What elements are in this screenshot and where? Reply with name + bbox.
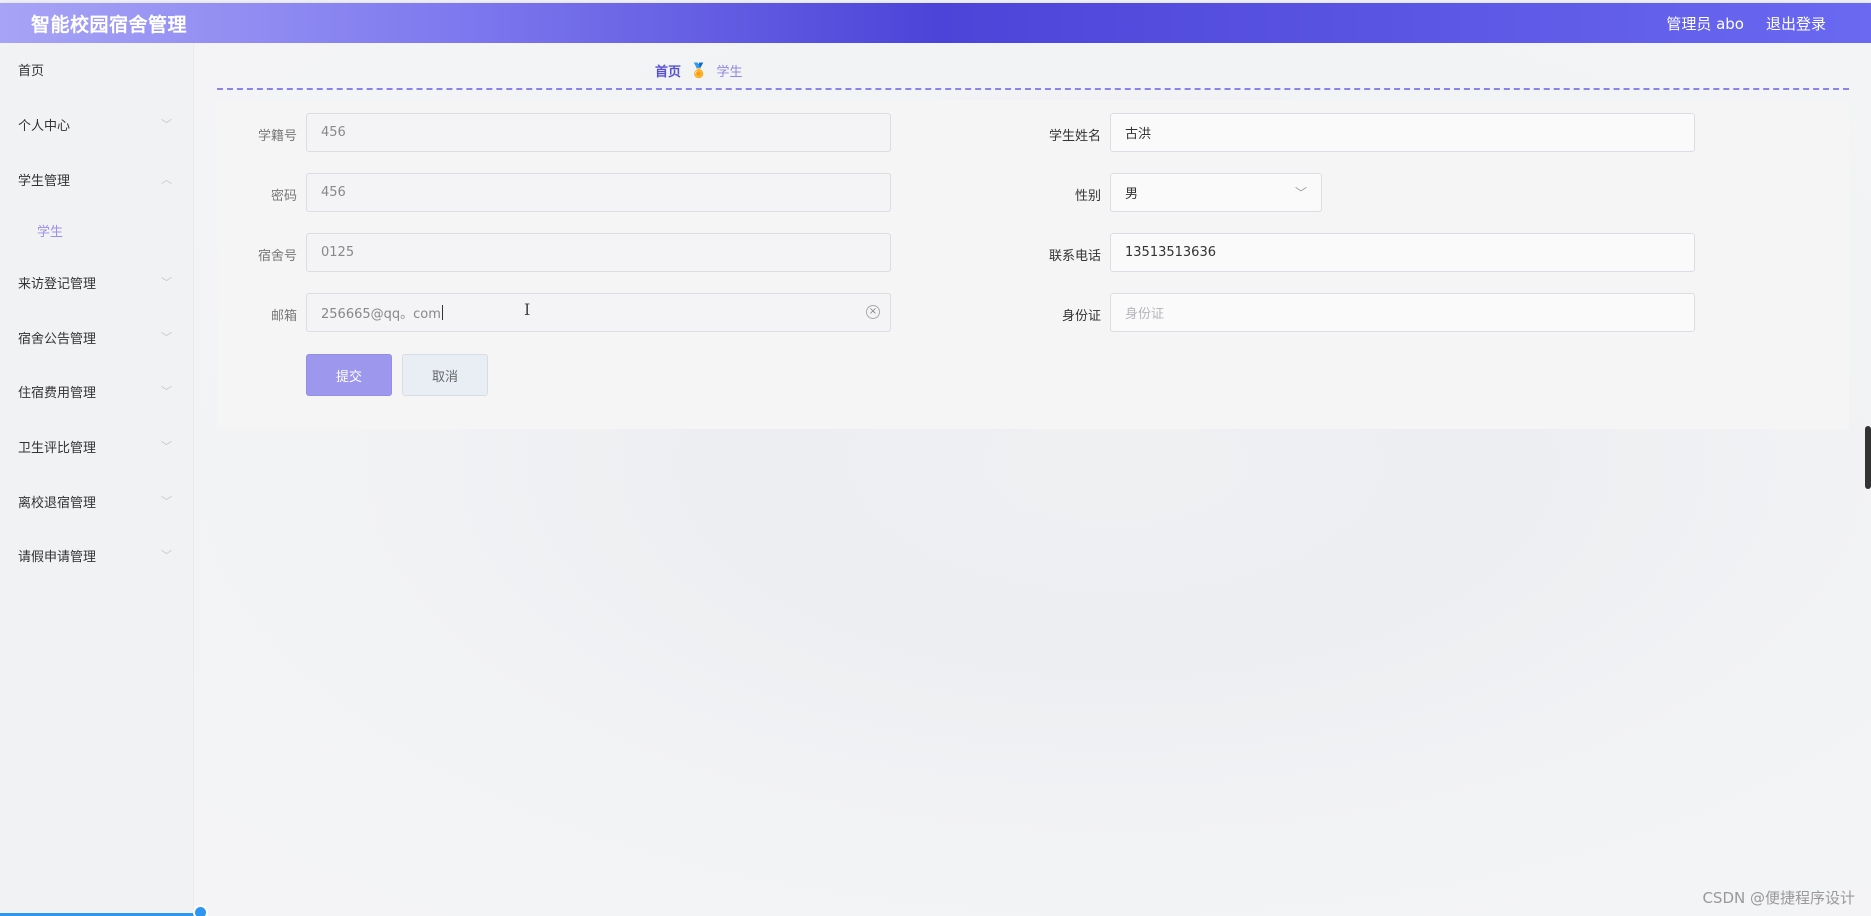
chevron-down-icon: ﹀ xyxy=(161,385,172,398)
student-name-value: 古洪 xyxy=(1125,127,1152,142)
email-input[interactable]: 256665@qq。com × xyxy=(306,293,891,332)
chevron-up-icon: ︿ xyxy=(161,173,172,186)
chevron-down-icon: ﹀ xyxy=(161,276,172,289)
sidebar-item-label: 请假申请管理 xyxy=(18,549,97,565)
sidebar-item-label: 住宿费用管理 xyxy=(18,385,97,401)
submit-button[interactable]: 提交 xyxy=(306,354,392,396)
app-title: 智能校园宿舍管理 xyxy=(31,13,188,36)
sidebar: 首页 个人中心 ﹀ 学生管理 ︿ 学生 来访登记管理 ﹀ 宿舍公告管理 ﹀ 住宿… xyxy=(0,43,194,916)
progress-handle[interactable] xyxy=(193,905,208,916)
divider xyxy=(217,88,1849,90)
password-value: 456 xyxy=(321,185,346,200)
sidebar-item-notice-management[interactable]: 宿舍公告管理 ﹀ xyxy=(18,322,178,352)
watermark: CSDN @便捷程序设计 xyxy=(1702,889,1855,907)
sidebar-subitem-student[interactable]: 学生 xyxy=(37,215,63,245)
cancel-button[interactable]: 取消 xyxy=(402,354,488,396)
chevron-down-icon: ﹀ xyxy=(161,331,172,344)
scrollbar-thumb[interactable] xyxy=(1865,426,1871,489)
id-card-placeholder: 身份证 xyxy=(1125,307,1165,322)
gender-select[interactable]: 男 ﹀ xyxy=(1110,173,1322,212)
header-user-area: 管理员 abo 退出登录 xyxy=(1666,13,1826,34)
mouse-ibeam-cursor: I xyxy=(524,300,531,319)
logout-button[interactable]: 退出登录 xyxy=(1766,13,1826,34)
email-label: 邮箱 xyxy=(270,309,297,324)
chevron-down-icon: ﹀ xyxy=(161,440,172,453)
sidebar-item-label: 宿舍公告管理 xyxy=(18,331,97,347)
student-id-label: 学籍号 xyxy=(257,129,297,144)
breadcrumb-current: 学生 xyxy=(716,65,743,80)
student-id-value: 456 xyxy=(321,125,346,140)
top-header: 智能校园宿舍管理 管理员 abo 退出登录 xyxy=(0,3,1871,43)
sidebar-item-fee-management[interactable]: 住宿费用管理 ﹀ xyxy=(18,376,178,406)
password-input[interactable]: 456 xyxy=(306,173,891,212)
sidebar-item-visitor-management[interactable]: 来访登记管理 ﹀ xyxy=(18,267,178,297)
student-name-input[interactable]: 古洪 xyxy=(1110,113,1695,152)
student-name-label: 学生姓名 xyxy=(1048,129,1101,144)
email-value: 256665@qq。com xyxy=(321,307,441,322)
id-card-label: 身份证 xyxy=(1061,309,1101,324)
breadcrumb-home[interactable]: 首页 xyxy=(655,61,681,80)
medal-icon: 🏅 xyxy=(690,62,708,79)
gender-label: 性别 xyxy=(1074,189,1101,204)
chevron-down-icon: ﹀ xyxy=(161,549,172,562)
main-content: 首页 🏅 学生 学籍号 456 学生姓名 古洪 密码 456 性别 男 ﹀ 宿舍… xyxy=(194,43,1871,916)
sidebar-item-hygiene-management[interactable]: 卫生评比管理 ﹀ xyxy=(18,431,178,461)
sidebar-item-profile[interactable]: 个人中心 ﹀ xyxy=(18,109,178,139)
chevron-down-icon: ﹀ xyxy=(161,495,172,508)
chevron-down-icon: ﹀ xyxy=(1294,186,1307,200)
student-form: 学籍号 456 学生姓名 古洪 密码 456 性别 男 ﹀ 宿舍号 0125 联… xyxy=(217,100,1849,429)
sidebar-item-label: 来访登记管理 xyxy=(18,276,97,292)
password-label: 密码 xyxy=(270,189,297,204)
id-card-input[interactable]: 身份证 xyxy=(1110,293,1695,332)
clear-icon[interactable]: × xyxy=(866,305,880,319)
text-caret xyxy=(441,305,443,320)
dorm-no-value: 0125 xyxy=(321,245,355,260)
user-label: 管理员 abo xyxy=(1666,14,1744,33)
sidebar-item-home[interactable]: 首页 xyxy=(18,54,178,84)
dorm-no-label: 宿舍号 xyxy=(257,249,297,264)
phone-value: 13513513636 xyxy=(1125,245,1216,260)
sidebar-item-student-management[interactable]: 学生管理 ︿ xyxy=(18,164,178,194)
gender-value: 男 xyxy=(1125,187,1139,202)
sidebar-item-label: 离校退宿管理 xyxy=(18,495,97,511)
sidebar-item-label: 个人中心 xyxy=(18,118,71,134)
phone-input[interactable]: 13513513636 xyxy=(1110,233,1695,272)
sidebar-item-checkout-management[interactable]: 离校退宿管理 ﹀ xyxy=(18,486,178,516)
sidebar-item-label: 学生管理 xyxy=(18,173,71,189)
sidebar-item-label: 首页 xyxy=(18,63,45,79)
student-id-input[interactable]: 456 xyxy=(306,113,891,152)
sidebar-item-leave-management[interactable]: 请假申请管理 ﹀ xyxy=(18,540,178,570)
chevron-down-icon: ﹀ xyxy=(161,118,172,131)
phone-label: 联系电话 xyxy=(1048,249,1101,264)
sidebar-item-label: 卫生评比管理 xyxy=(18,440,97,456)
dorm-no-input[interactable]: 0125 xyxy=(306,233,891,272)
breadcrumb: 首页 🏅 学生 xyxy=(655,61,743,81)
